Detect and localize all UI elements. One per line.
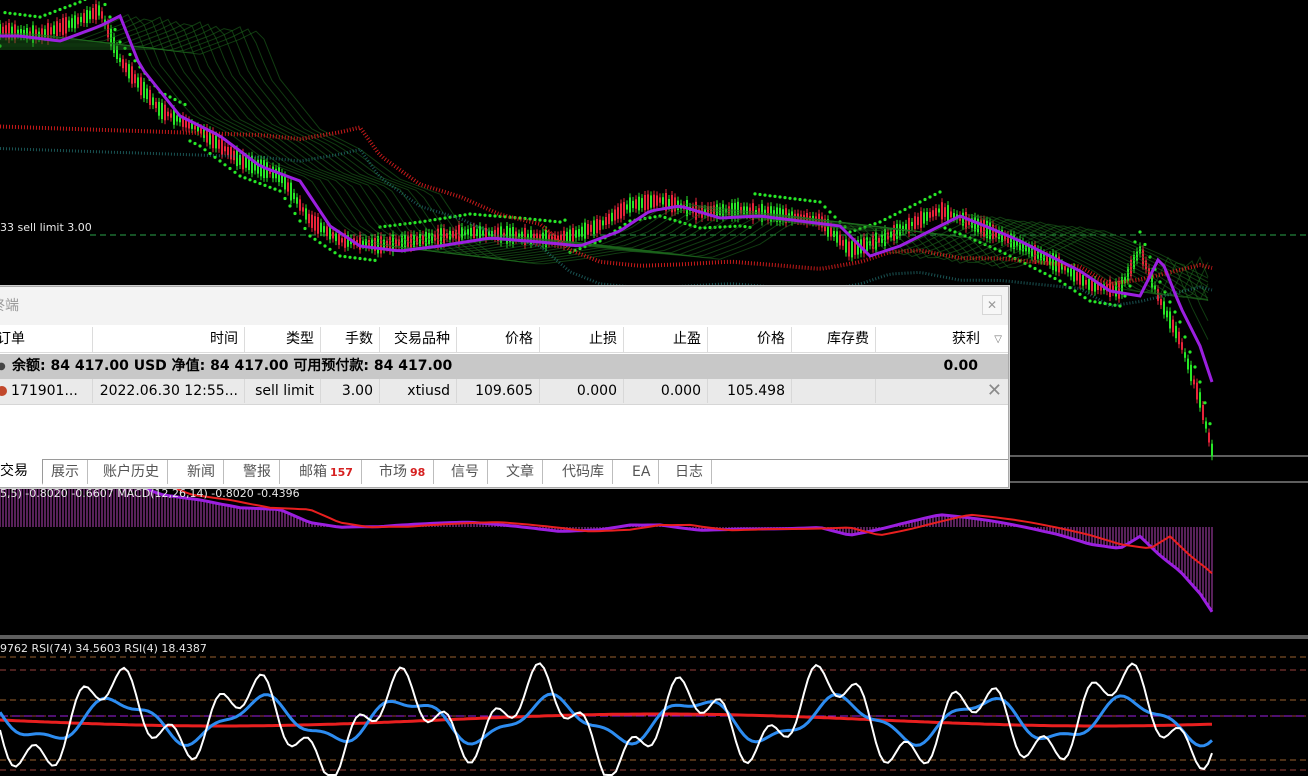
order-sl[interactable]: 0.000 <box>540 379 624 403</box>
mailbox-count-badge: 157 <box>330 466 353 479</box>
tab-journal[interactable]: 日志 <box>667 460 712 484</box>
order-price: 105.498 <box>708 379 792 403</box>
column-header-profit[interactable]: 获利 <box>876 327 1008 352</box>
order-line-label: 33 sell limit 3.00 <box>0 221 92 234</box>
tab-exposure[interactable]: 展示 <box>43 460 88 484</box>
order-open-price: 109.605 <box>457 379 540 403</box>
column-header-sl[interactable]: 止损 <box>540 327 624 352</box>
tab-code-base[interactable]: 代码库 <box>554 460 613 484</box>
collapse-icon[interactable]: ● <box>0 354 6 379</box>
tab-news[interactable]: 新闻 <box>179 460 224 484</box>
rsi-panel <box>0 656 1308 776</box>
rsi-indicator-label: 9762 RSI(74) 34.5603 RSI(4) 18.4387 <box>0 642 207 655</box>
close-icon[interactable]: ✕ <box>982 295 1002 315</box>
balance-row[interactable]: ● 余额: 84 417.00 USD 净值: 84 417.00 可用预付款:… <box>0 354 1008 379</box>
order-type: sell limit <box>245 379 321 403</box>
order-ticket: 171901... <box>0 379 93 403</box>
column-header-order[interactable]: 订单 <box>0 327 93 352</box>
order-symbol: xtiusd <box>380 379 457 403</box>
macd-indicator-label: 5,5) -0.8020 -0.6607 MACD(12,26,14) -0.8… <box>0 487 300 500</box>
column-header-type[interactable]: 类型 <box>245 327 321 352</box>
column-header-lots[interactable]: 手数 <box>321 327 380 352</box>
tab-ea[interactable]: EA <box>624 460 660 484</box>
order-lots: 3.00 <box>321 379 380 403</box>
tab-alerts[interactable]: 警报 <box>235 460 280 484</box>
table-row[interactable]: 171901... 2022.06.30 12:55... sell limit… <box>0 379 1008 405</box>
order-swap <box>792 379 876 403</box>
balance-summary: 余额: 84 417.00 USD 净值: 84 417.00 可用预付款: 8… <box>12 358 453 374</box>
terminal-window[interactable]: 终端 ✕ 订单 时间 类型 手数 交易品种 价格 止损 止盈 价格 库存费 获利… <box>0 286 1009 488</box>
tab-market[interactable]: 市场 98 <box>371 460 435 484</box>
tab-mailbox[interactable]: 邮箱 157 <box>291 460 362 484</box>
order-tp[interactable]: 0.000 <box>624 379 708 403</box>
close-order-icon[interactable]: ✕ <box>987 381 1002 401</box>
sort-icon[interactable]: ▽ <box>994 327 1002 352</box>
tab-signals[interactable]: 信号 <box>443 460 488 484</box>
column-header-open-price[interactable]: 价格 <box>457 327 540 352</box>
table-header: 订单 时间 类型 手数 交易品种 价格 止损 止盈 价格 库存费 获利 ▽ <box>0 327 1008 353</box>
terminal-title: 终端 <box>0 298 19 314</box>
terminal-tabs: 交易 展示 账户历史 新闻 警报 邮箱 157 市场 98 信号 文章 代码库 EA… <box>0 459 1008 486</box>
balance-profit: 0.00 <box>943 358 978 374</box>
tab-articles[interactable]: 文章 <box>498 460 543 484</box>
column-header-time[interactable]: 时间 <box>93 327 245 352</box>
column-header-symbol[interactable]: 交易品种 <box>380 327 457 352</box>
tab-account-history[interactable]: 账户历史 <box>95 460 168 484</box>
column-header-price[interactable]: 价格 <box>708 327 792 352</box>
column-header-swap[interactable]: 库存费 <box>792 327 876 352</box>
terminal-titlebar[interactable]: 终端 ✕ <box>0 287 1008 325</box>
order-time: 2022.06.30 12:55... <box>93 379 245 403</box>
pending-order-icon <box>0 386 7 396</box>
column-header-tp[interactable]: 止盈 <box>624 327 708 352</box>
market-count-badge: 98 <box>410 466 426 479</box>
tab-trade[interactable]: 交易 <box>0 459 43 485</box>
